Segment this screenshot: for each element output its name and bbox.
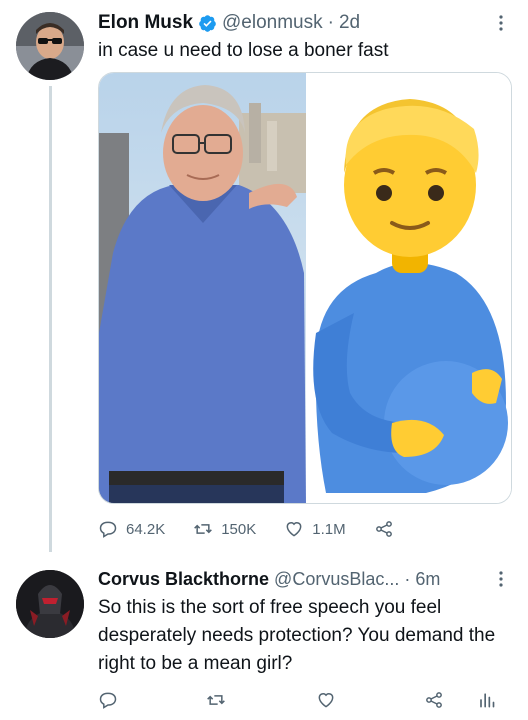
like-button[interactable]: 1.1M	[284, 519, 346, 539]
reply-time[interactable]: 6m	[415, 569, 440, 590]
reply-header: Corvus Blackthorne @CorvusBlac... · 6m	[98, 566, 510, 592]
separator-dot: ·	[404, 568, 411, 589]
retweet-icon	[194, 524, 213, 534]
like-icon	[286, 522, 302, 537]
reply-author-handle[interactable]: @CorvusBlac...	[274, 569, 399, 590]
verified-icon	[199, 14, 216, 32]
author-avatar[interactable]	[16, 12, 84, 80]
tweet-header: Elon Musk @elonmusk · 2d	[98, 10, 510, 36]
author-handle[interactable]: @elonmusk	[222, 12, 323, 34]
man-photo	[99, 73, 306, 503]
reply-button[interactable]: 64.2K	[98, 519, 165, 539]
reply-text: So this is the sort of free speech you f…	[98, 597, 496, 674]
reply-count: 64.2K	[126, 520, 166, 538]
analytics-icon[interactable]	[476, 690, 496, 710]
like-icon[interactable]	[316, 690, 336, 710]
reply-icon	[99, 521, 117, 538]
thread-line	[49, 86, 52, 552]
reply-icon[interactable]	[98, 690, 118, 710]
pregnant-man-emoji	[306, 73, 511, 503]
tweet-time[interactable]: 2d	[339, 12, 360, 34]
share-button[interactable]	[374, 519, 402, 539]
retweet-count: 150K	[221, 520, 257, 538]
reply-author-avatar[interactable]	[16, 570, 84, 638]
like-count: 1.1M	[312, 520, 346, 538]
reply-author-name[interactable]: Corvus Blackthorne	[98, 569, 269, 590]
tweet-media[interactable]	[98, 72, 512, 504]
tweet-actions: 64.2K 150K 1.1M	[98, 516, 458, 542]
retweet-button[interactable]: 150K	[193, 519, 256, 539]
more-icon[interactable]	[492, 570, 510, 588]
retweet-icon[interactable]	[206, 690, 226, 710]
share-icon	[375, 521, 392, 537]
tweet-text: in case u need to lose a boner fast	[98, 40, 389, 61]
reply-actions	[98, 688, 518, 714]
more-icon[interactable]	[492, 14, 510, 32]
share-icon[interactable]	[424, 690, 444, 710]
separator-dot: ·	[327, 12, 334, 33]
author-name[interactable]: Elon Musk	[98, 12, 193, 34]
